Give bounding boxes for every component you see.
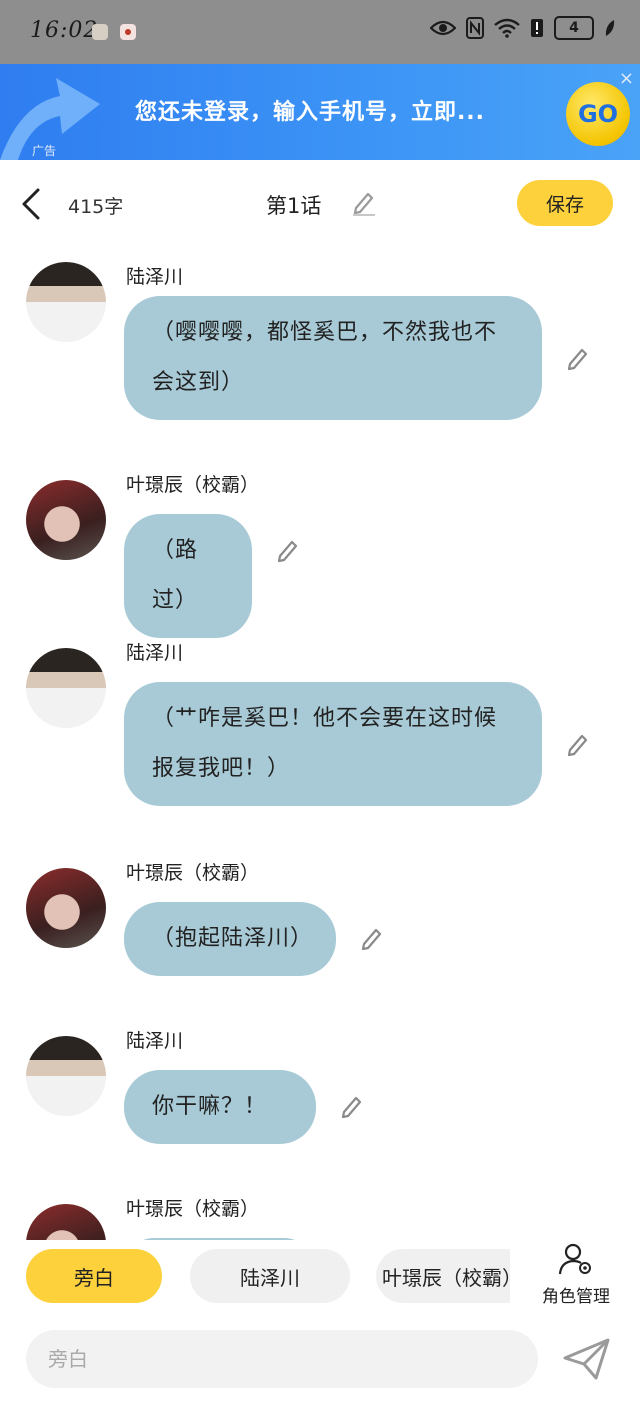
message-bubble[interactable]: 你干嘛？！ [124, 1070, 316, 1144]
message-bubble[interactable]: （路过） [124, 514, 252, 638]
character-chip-lu-zechuan[interactable]: 陆泽川 [190, 1249, 350, 1303]
avatar[interactable] [26, 262, 106, 342]
edit-pencil-icon[interactable] [564, 730, 592, 758]
avatar[interactable] [26, 648, 106, 728]
message-bubble[interactable]: （抱起陆泽川） [124, 902, 336, 976]
edit-pencil-icon[interactable] [358, 924, 386, 952]
status-bar: 16:02 4 [0, 0, 640, 64]
ad-label: 广告 [32, 144, 57, 158]
message-input[interactable] [26, 1330, 538, 1388]
edit-pencil-icon[interactable] [338, 1092, 366, 1120]
avatar[interactable] [26, 1036, 106, 1116]
avatar[interactable] [26, 868, 106, 948]
speaker-name: 叶璟辰（校霸） [126, 1198, 260, 1220]
word-count: 415字 [68, 196, 124, 218]
chapter-title: 第1话 [266, 194, 322, 218]
nfc-icon [466, 17, 484, 39]
edit-title-pencil-icon[interactable] [350, 188, 378, 216]
eye-icon [430, 20, 456, 36]
speaker-name: 叶璟辰（校霸） [126, 862, 260, 884]
save-button[interactable]: 保存 [517, 180, 613, 226]
edit-pencil-icon[interactable] [274, 536, 302, 564]
battery-indicator: 4 [554, 16, 594, 40]
alert-icon [531, 19, 543, 37]
character-chip-ye-jingchen[interactable]: 叶璟辰（校霸） [376, 1249, 510, 1303]
speaker-name: 陆泽川 [126, 1030, 184, 1052]
app-notification-icon [92, 24, 108, 40]
avatar[interactable] [26, 480, 106, 560]
ad-go-button[interactable]: GO [566, 82, 630, 146]
status-time: 16:02 [30, 18, 99, 43]
character-selector: 旁白 陆泽川 叶璟辰（校霸） 角色管理 [0, 1240, 640, 1320]
edit-pencil-icon[interactable] [564, 344, 592, 372]
message-bubble[interactable]: （嘤嘤嘤，都怪奚巴，不然我也不会这到） [124, 296, 542, 420]
composer [0, 1320, 640, 1408]
role-manager-button[interactable]: 角色管理 [534, 1242, 618, 1312]
speaker-name: 陆泽川 [126, 642, 184, 664]
send-icon[interactable] [562, 1336, 612, 1382]
back-chevron-icon[interactable] [14, 184, 54, 224]
message-list[interactable]: 陆泽川 （嘤嘤嘤，都怪奚巴，不然我也不会这到） 叶璟辰（校霸） （路过） 陆泽川… [0, 248, 640, 1240]
ad-close-icon[interactable]: × [619, 68, 634, 89]
leaf-icon [605, 20, 615, 36]
speaker-name: 叶璟辰（校霸） [126, 474, 260, 496]
ad-text: 您还未登录，输入手机号，立即... [134, 100, 486, 125]
wifi-icon [494, 18, 520, 38]
message-bubble[interactable]: （艹咋是奚巴！他不会要在这时候报复我吧！） [124, 682, 542, 806]
app-notification-icon [120, 24, 136, 40]
character-chip-narration[interactable]: 旁白 [26, 1249, 162, 1303]
role-manager-label: 角色管理 [542, 1287, 610, 1307]
ad-banner[interactable]: 您还未登录，输入手机号，立即... GO × 广告 [0, 64, 640, 160]
avatar[interactable] [26, 1204, 106, 1240]
status-icons: 4 [430, 16, 616, 40]
editor-header: 415字 第1话 保存 [0, 160, 640, 248]
speaker-name: 陆泽川 [126, 266, 184, 288]
user-gear-icon [558, 1243, 591, 1275]
